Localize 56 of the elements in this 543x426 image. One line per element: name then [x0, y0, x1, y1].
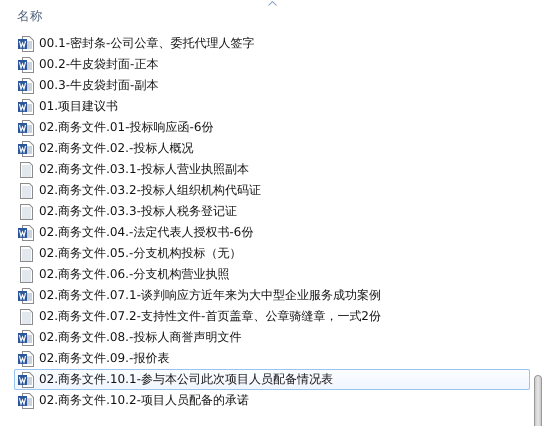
file-name: 02.商务文件.03.1-投标人营业执照副本 — [39, 161, 249, 178]
file-row[interactable]: 02.商务文件.08.-投标人商誉声明文件 — [14, 327, 530, 348]
file-row[interactable]: 02.商务文件.10.2-项目人员配备的承诺 — [14, 390, 530, 411]
word-document-icon — [18, 98, 34, 114]
file-row[interactable]: 02.商务文件.10.1-参与本公司此次项目人员配备情况表 — [14, 369, 530, 390]
file-name: 02.商务文件.03.2-投标人组织机构代码证 — [39, 182, 261, 199]
file-name: 02.商务文件.06.-分支机构营业执照 — [39, 266, 230, 283]
text-document-icon — [18, 266, 34, 282]
text-document-icon — [18, 246, 34, 262]
text-document-icon — [18, 162, 34, 178]
file-row[interactable]: 00.2-牛皮袋封面-正本 — [14, 54, 530, 75]
word-document-icon — [18, 330, 34, 346]
file-row[interactable]: 00.1-密封条-公司公章、委托代理人签字 — [14, 33, 530, 54]
file-row[interactable]: 02.商务文件.05.-分支机构投标（无） — [14, 243, 530, 264]
word-document-icon — [18, 56, 34, 72]
file-name: 02.商务文件.02.-投标人概况 — [39, 140, 194, 157]
file-row[interactable]: 01.项目建议书 — [14, 96, 530, 117]
text-document-icon — [18, 308, 34, 324]
word-document-icon — [18, 372, 34, 388]
text-document-icon — [18, 204, 34, 220]
file-name: 02.商务文件.09.-报价表 — [39, 350, 170, 367]
file-row[interactable]: 02.商务文件.06.-分支机构营业执照 — [14, 264, 530, 285]
file-name: 02.商务文件.04.-法定代表人授权书-6份 — [39, 224, 254, 241]
file-row[interactable]: 02.商务文件.03.2-投标人组织机构代码证 — [14, 180, 530, 201]
file-name: 02.商务文件.05.-分支机构投标（无） — [39, 245, 242, 262]
file-name: 00.3-牛皮袋封面-副本 — [39, 77, 158, 94]
column-header[interactable]: 名称 — [17, 8, 43, 23]
file-name: 02.商务文件.01-投标响应函-6份 — [39, 119, 214, 136]
file-name: 01.项目建议书 — [39, 98, 118, 115]
file-name: 02.商务文件.03.3-投标人税务登记证 — [39, 203, 237, 220]
file-name: 00.1-密封条-公司公章、委托代理人签字 — [39, 35, 254, 52]
file-row[interactable]: 02.商务文件.07.1-谈判响应方近年来为大中型企业服务成功案例 — [14, 285, 530, 306]
file-row[interactable]: 02.商务文件.02.-投标人概况 — [14, 138, 530, 159]
file-row[interactable]: 00.3-牛皮袋封面-副本 — [14, 75, 530, 96]
file-row[interactable]: 02.商务文件.04.-法定代表人授权书-6份 — [14, 222, 530, 243]
file-name: 02.商务文件.08.-投标人商誉声明文件 — [39, 329, 242, 346]
file-row[interactable]: 02.商务文件.07.2-支持性文件-首页盖章、公章骑缝章，一式2份 — [14, 306, 530, 327]
word-document-icon — [18, 120, 34, 136]
scrollbar-thumb[interactable] — [534, 375, 542, 426]
file-name: 02.商务文件.07.2-支持性文件-首页盖章、公章骑缝章，一式2份 — [39, 308, 381, 325]
file-row[interactable]: 02.商务文件.03.1-投标人营业执照副本 — [14, 159, 530, 180]
word-document-icon — [18, 140, 34, 156]
text-document-icon — [18, 182, 34, 198]
word-document-icon — [18, 350, 34, 366]
word-document-icon — [18, 288, 34, 304]
file-row[interactable]: 02.商务文件.09.-报价表 — [14, 348, 530, 369]
file-name: 02.商务文件.07.1-谈判响应方近年来为大中型企业服务成功案例 — [39, 287, 381, 304]
word-document-icon — [18, 392, 34, 408]
word-document-icon — [18, 78, 34, 94]
file-name: 02.商务文件.10.2-项目人员配备的承诺 — [39, 392, 249, 409]
file-row[interactable]: 02.商务文件.01-投标响应函-6份 — [14, 117, 530, 138]
word-document-icon — [18, 36, 34, 52]
file-name: 02.商务文件.10.1-参与本公司此次项目人员配备情况表 — [39, 371, 333, 388]
word-document-icon — [18, 224, 34, 240]
file-row[interactable]: 02.商务文件.03.3-投标人税务登记证 — [14, 201, 530, 222]
file-name: 00.2-牛皮袋封面-正本 — [39, 56, 158, 73]
